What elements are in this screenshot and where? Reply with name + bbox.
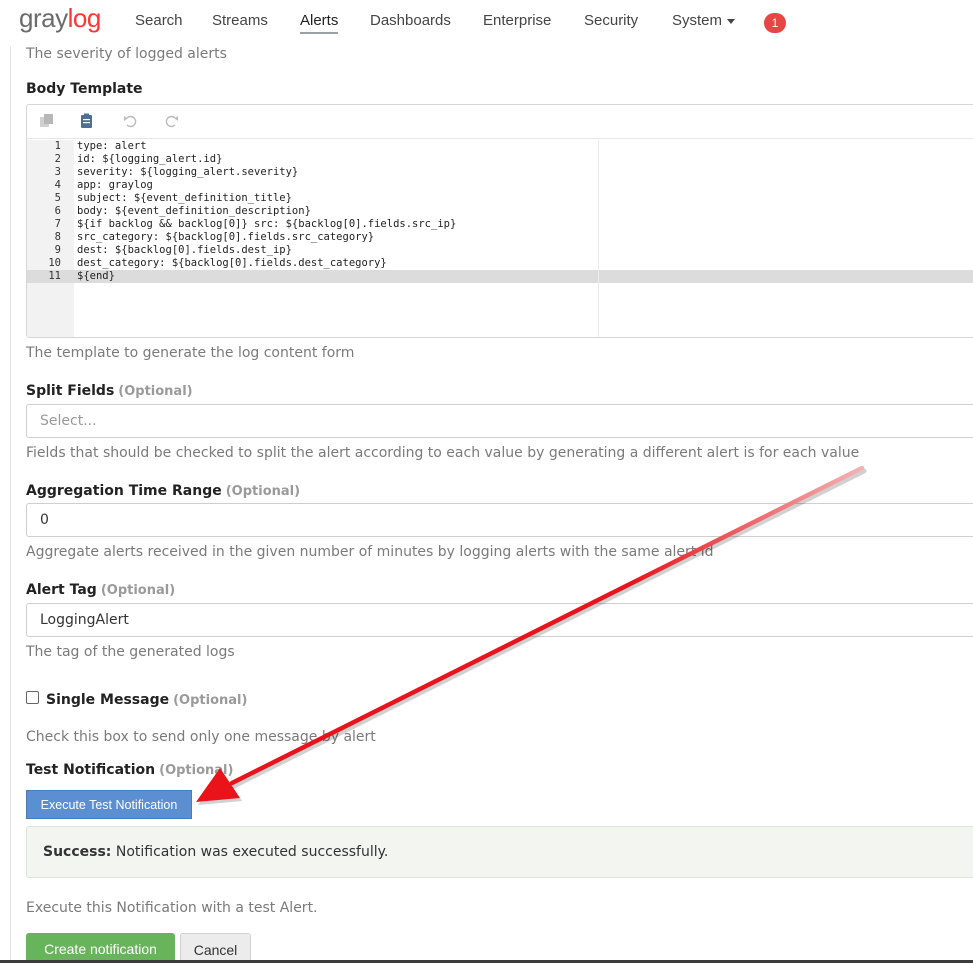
- optional-tag: (Optional): [225, 484, 301, 499]
- line-number: 6: [54, 205, 61, 217]
- copy-icon[interactable]: [38, 112, 56, 130]
- success-message: Success: Notification was executed succe…: [43, 844, 388, 860]
- aggregation-label-row: Aggregation Time Range (Optional): [26, 480, 300, 499]
- test-notification-help: Execute this Notification with a test Al…: [26, 900, 318, 916]
- code-line[interactable]: app: graylog: [77, 179, 153, 192]
- notification-badge[interactable]: 1: [764, 13, 786, 33]
- success-text: Notification was executed successfully.: [115, 844, 389, 860]
- nav-system-dropdown[interactable]: System: [672, 12, 736, 29]
- code-line[interactable]: body: ${event_definition_description}: [77, 205, 311, 218]
- chevron-down-icon: [727, 18, 736, 24]
- nav-search[interactable]: Search: [135, 12, 183, 29]
- execute-test-notification-button[interactable]: Execute Test Notification: [26, 790, 192, 819]
- top-navbar: graylog Search Streams Alerts Dashboards…: [0, 0, 973, 46]
- logo-text-log: log: [67, 3, 102, 33]
- test-notification-label-row: Test Notification (Optional): [26, 759, 233, 778]
- single-message-label: Single Message: [46, 692, 170, 708]
- line-number: 9: [54, 244, 61, 256]
- test-notification-label: Test Notification: [26, 762, 156, 778]
- editor-toolbar: [27, 105, 973, 139]
- code-line[interactable]: subject: ${event_definition_title}: [77, 192, 292, 205]
- paste-icon[interactable]: [78, 112, 96, 130]
- success-strong: Success:: [43, 844, 112, 860]
- line-number: 11: [48, 270, 61, 282]
- print-margin: [598, 140, 599, 337]
- redo-icon[interactable]: [162, 112, 180, 130]
- single-message-label-row[interactable]: Single Message (Optional): [46, 689, 247, 708]
- line-number: 10: [48, 257, 61, 269]
- aggregation-label: Aggregation Time Range: [26, 483, 222, 499]
- nav-streams[interactable]: Streams: [212, 12, 268, 29]
- optional-tag: (Optional): [173, 693, 248, 708]
- alert-tag-label: Alert Tag: [26, 582, 97, 598]
- code-line[interactable]: dest: ${backlog[0].fields.dest_ip}: [77, 244, 292, 257]
- line-number: 8: [54, 231, 61, 243]
- single-message-checkbox[interactable]: [26, 691, 39, 704]
- body-template-label: Body Template: [26, 81, 143, 97]
- split-fields-help: Fields that should be checked to split t…: [26, 445, 860, 461]
- optional-tag: (Optional): [118, 384, 193, 399]
- split-fields-label: Split Fields: [26, 383, 115, 399]
- line-number: 5: [54, 192, 61, 204]
- active-line-highlight: [27, 270, 973, 283]
- line-number: 3: [54, 166, 61, 178]
- body-template-help: The template to generate the log content…: [26, 345, 355, 361]
- single-message-help: Check this box to send only one message …: [26, 729, 376, 745]
- code-line[interactable]: src_category: ${backlog[0].fields.src_ca…: [77, 231, 374, 244]
- code-line[interactable]: type: alert: [77, 140, 147, 153]
- code-line[interactable]: dest_category: ${backlog[0].fields.dest_…: [77, 257, 387, 270]
- aggregation-help: Aggregate alerts received in the given n…: [26, 544, 714, 560]
- graylog-logo[interactable]: graylog: [19, 3, 101, 34]
- nav-alerts[interactable]: Alerts: [300, 12, 339, 34]
- line-number: 2: [54, 153, 61, 165]
- code-line[interactable]: ${if backlog && backlog[0]} src: ${backl…: [77, 218, 456, 231]
- split-fields-label-row: Split Fields (Optional): [26, 380, 193, 399]
- logo-text-gray: gray: [19, 3, 68, 33]
- alert-tag-label-row: Alert Tag (Optional): [26, 579, 175, 598]
- nav-dashboards[interactable]: Dashboards: [370, 12, 451, 29]
- cancel-button[interactable]: Cancel: [180, 933, 251, 963]
- line-number: 1: [54, 140, 61, 152]
- nav-security[interactable]: Security: [584, 12, 638, 29]
- optional-tag: (Optional): [100, 583, 176, 598]
- nav-enterprise[interactable]: Enterprise: [483, 12, 551, 29]
- line-number: 7: [54, 218, 61, 230]
- split-fields-select[interactable]: Select...: [26, 404, 973, 438]
- code-line[interactable]: id: ${logging_alert.id}: [77, 153, 222, 166]
- success-alert: Success: Notification was executed succe…: [26, 826, 973, 878]
- severity-help: The severity of logged alerts: [26, 46, 227, 62]
- code-line[interactable]: severity: ${logging_alert.severity}: [77, 166, 298, 179]
- nav-system-label: System: [672, 12, 723, 29]
- body-template-editor[interactable]: 1 2 3 4 5 6 7 8 9 10 11 type: alert id: …: [26, 104, 973, 338]
- optional-tag: (Optional): [159, 763, 234, 778]
- aggregation-time-range-input[interactable]: 0: [26, 503, 973, 537]
- line-number: 4: [54, 179, 61, 191]
- undo-icon[interactable]: [122, 112, 140, 130]
- create-notification-button[interactable]: Create notification: [26, 933, 175, 963]
- alert-tag-input[interactable]: LoggingAlert: [26, 603, 973, 637]
- code-line[interactable]: ${end}: [77, 270, 115, 283]
- alert-tag-help: The tag of the generated logs: [26, 644, 235, 660]
